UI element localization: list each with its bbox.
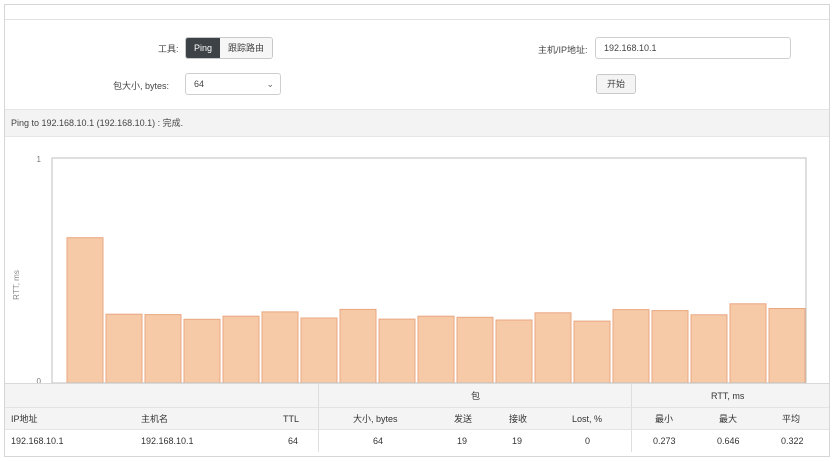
host-input[interactable]: 192.168.10.1 <box>595 37 791 59</box>
packet-size-select[interactable]: 64 ⌄ <box>185 73 281 95</box>
column-header: 最大 <box>719 414 738 424</box>
host-label: 主机/IP地址: <box>538 45 588 55</box>
rtt-bar <box>261 311 299 383</box>
packets-group-header: 包 <box>471 391 481 401</box>
rtt-chart: 1 0 RTT, ms <box>5 145 829 383</box>
rtt-bar <box>66 237 104 383</box>
column-header: 接收 <box>509 414 528 424</box>
rtt-bar <box>339 308 377 383</box>
column-divider <box>318 430 319 452</box>
tool-traceroute-button[interactable]: 跟踪路由 <box>220 38 273 58</box>
ttl-cell: 64 <box>288 436 299 446</box>
rtt-bar <box>573 320 611 383</box>
table-row: 192.168.10.1 192.168.10.1 64 64 19 19 0 … <box>5 429 829 452</box>
rtt-min-cell: 0.273 <box>653 436 676 446</box>
column-header: 平均 <box>782 414 801 424</box>
chevron-down-icon: ⌄ <box>266 79 274 89</box>
packet-size-value: 64 <box>194 79 205 89</box>
column-divider <box>631 430 632 452</box>
tool-label: 工具: <box>158 44 179 54</box>
tool-ping-button[interactable]: Ping <box>186 38 221 58</box>
column-header: Lost, % <box>572 414 603 424</box>
hostname-cell: 192.168.10.1 <box>141 436 194 446</box>
rtt-avg-cell: 0.322 <box>781 436 804 446</box>
rtt-bar <box>729 303 767 383</box>
size-cell: 64 <box>373 436 384 446</box>
rtt-bar <box>651 310 689 383</box>
host-input-value: 192.168.10.1 <box>604 43 657 53</box>
rtt-chart-svg: 1 0 RTT, ms <box>12 155 807 383</box>
rtt-bar <box>690 314 728 383</box>
rtt-bar <box>495 319 533 383</box>
rtt-bar <box>768 308 806 383</box>
tool-selector: Ping 跟踪路由 <box>185 37 274 59</box>
column-header: 主机名 <box>141 414 169 424</box>
column-header: IP地址 <box>11 414 38 424</box>
column-divider <box>318 384 319 408</box>
sent-cell: 19 <box>457 436 468 446</box>
rtt-max-cell: 0.646 <box>717 436 740 446</box>
column-divider <box>631 408 632 430</box>
y-tick-label: 1 <box>37 155 42 164</box>
ping-tool-panel: 工具: Ping 跟踪路由 包大小, bytes: 64 ⌄ 主机/IP地址: … <box>4 4 830 457</box>
rtt-bar <box>417 315 455 383</box>
y-axis-label: RTT, ms <box>12 270 21 300</box>
rtt-bar <box>378 318 416 383</box>
table-header-row: IP地址 主机名 TTL 大小, bytes 发送 接收 Lost, % 最小 … <box>5 407 829 430</box>
lost-cell: 0 <box>585 436 591 446</box>
rtt-bar <box>183 318 221 383</box>
top-divider <box>5 19 829 20</box>
column-header: 大小, bytes <box>353 414 398 424</box>
ip-address-cell: 192.168.10.1 <box>11 436 64 446</box>
received-cell: 19 <box>512 436 523 446</box>
start-button[interactable]: 开始 <box>596 74 636 94</box>
rtt-bar <box>144 314 182 383</box>
rtt-bar <box>612 309 650 383</box>
rtt-bar <box>300 317 338 383</box>
column-divider <box>318 408 319 430</box>
table-group-header-row: 包 RTT, ms <box>5 383 829 408</box>
rtt-bar <box>105 313 143 383</box>
column-header: 发送 <box>454 414 473 424</box>
rtt-bar <box>534 312 572 383</box>
column-header: TTL <box>283 414 300 424</box>
rtt-bar <box>456 316 494 383</box>
packet-size-label: 包大小, bytes: <box>113 81 170 91</box>
status-bar: Ping to 192.168.10.1 (192.168.10.1) : 完成… <box>5 109 829 137</box>
column-divider <box>631 384 632 408</box>
status-text: Ping to 192.168.10.1 (192.168.10.1) : 完成… <box>11 118 184 128</box>
rtt-group-header: RTT, ms <box>711 391 745 401</box>
rtt-bar <box>222 315 260 383</box>
column-header: 最小 <box>655 414 674 424</box>
